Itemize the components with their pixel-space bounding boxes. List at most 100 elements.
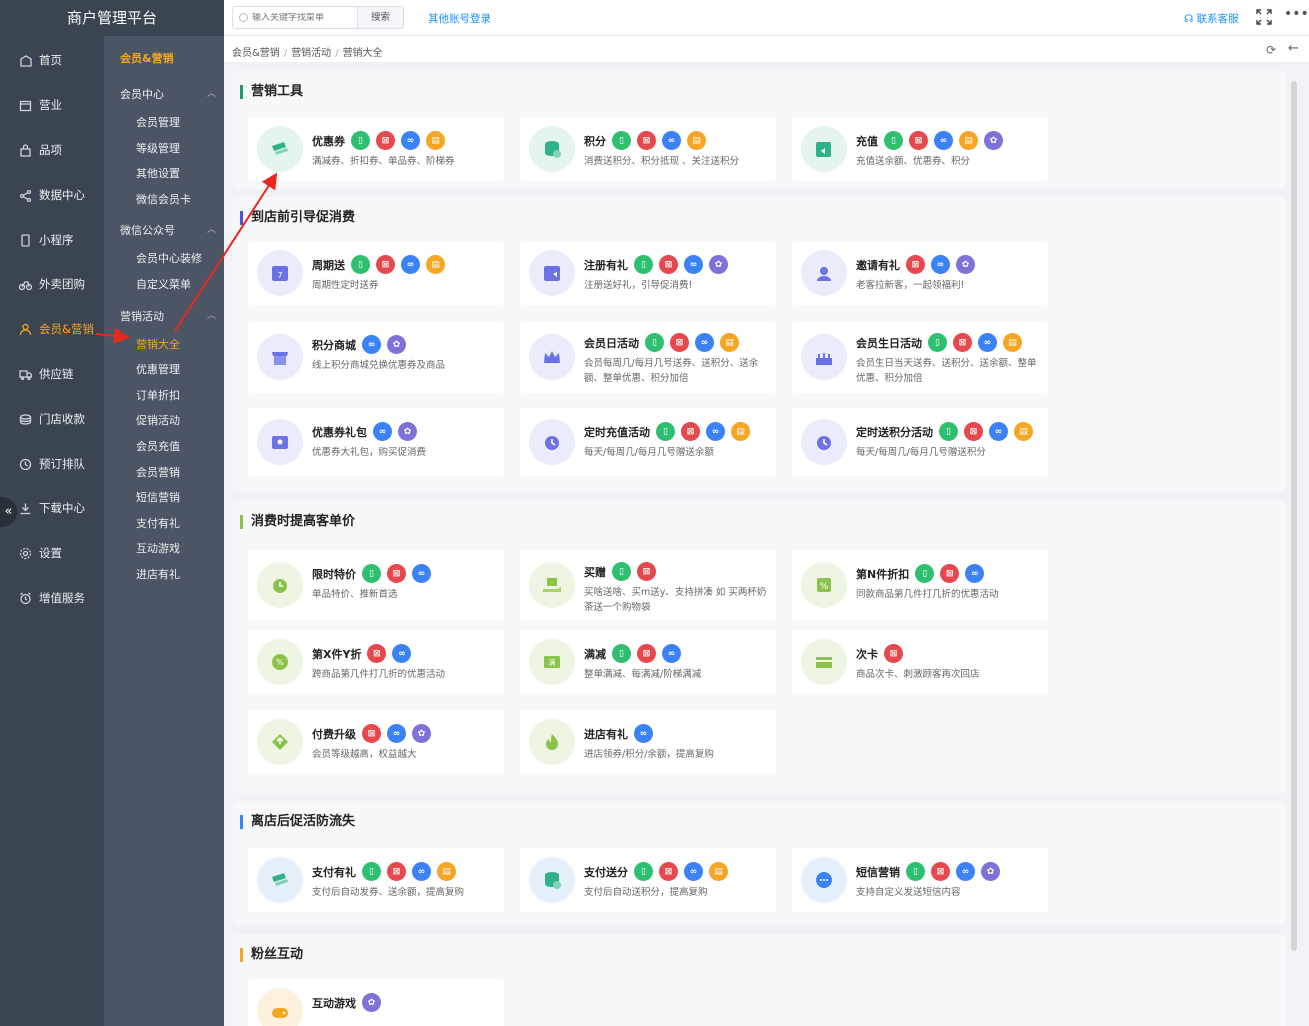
refresh-icon[interactable]: ⟳ bbox=[1266, 43, 1276, 57]
subnav-item-2-6[interactable]: 短信营销 bbox=[136, 489, 180, 505]
home-icon bbox=[18, 53, 32, 67]
nav-item-12[interactable]: 增值服务 bbox=[0, 578, 104, 618]
card-register-gift-1-1[interactable]: 注册有礼 ▯ ⊠ ∞ ✿ 注册送好礼，引导促消费! bbox=[520, 241, 776, 305]
nav-item-7[interactable]: 供应链 bbox=[0, 354, 104, 394]
back-arrow-icon[interactable]: ← bbox=[1288, 41, 1299, 56]
card-title: 定时送积分活动 ▯ ⊠ ∞ ▤ bbox=[856, 422, 1033, 441]
nav-item-label: 品项 bbox=[39, 143, 62, 157]
card-coins-stack-3-1[interactable]: 支付送分 ▯ ⊠ ∞ ▤ 支付后自动送积分，提高复购 bbox=[520, 848, 776, 912]
breadcrumb-item-1[interactable]: 营销活动 bbox=[291, 48, 331, 59]
card-name: 支付送分 bbox=[584, 865, 628, 879]
nav-item-9[interactable]: 预订排队 bbox=[0, 444, 104, 484]
subnav-item-2-2[interactable]: 订单折扣 bbox=[136, 387, 180, 403]
card-chat-3-2[interactable]: 短信营销 ▯ ⊠ ∞ ✿ 支持自定义发送短信内容 bbox=[792, 848, 1048, 912]
card-diamond-2-6[interactable]: 付费升级 ⊠ ∞ ✿ 会员等级越高，权益越大 bbox=[248, 710, 504, 774]
card-crown-1-4[interactable]: 会员日活动 ▯ ⊠ ∞ ▤ 会员每周几/每月几号送券、送积分、送余额、整单优惠、积分加倍 bbox=[520, 321, 776, 393]
nav-item-4[interactable]: 小程序 bbox=[0, 220, 104, 260]
subnav-item-2-0[interactable]: 营销大全 bbox=[136, 336, 180, 352]
subnav-item-2-7[interactable]: 支付有礼 bbox=[136, 515, 180, 531]
card-flame-2-7[interactable]: 进店有礼 ∞ 进店领券/积分/余额，提高复购 bbox=[520, 710, 776, 774]
platform-badge-icon: ∞ bbox=[706, 422, 725, 441]
card-ticket-3-0[interactable]: 支付有礼 ▯ ⊠ ∞ ▤ 支付后自动发券、送余额，提高复购 bbox=[248, 848, 504, 912]
card-description: 老客拉新客，一起领福利! bbox=[856, 280, 965, 291]
subnav-item-0-2[interactable]: 其他设置 bbox=[136, 165, 180, 181]
coins-stack-icon bbox=[529, 857, 575, 903]
card-discount-2-3[interactable]: % 第X件Y折 ⊠ ∞ 跨商品第几件打几折的优惠活动 bbox=[248, 630, 504, 694]
subnav-item-0-3[interactable]: 微信会员卡 bbox=[136, 191, 191, 207]
nav-item-3[interactable]: 数据中心 bbox=[0, 175, 104, 215]
card-alarm-clock-1-7[interactable]: 定时充值活动 ▯ ⊠ ∞ ▤ 每天/每周几/每月几号赠送余额 bbox=[520, 408, 776, 476]
breadcrumb-item-0[interactable]: 会员&营销 bbox=[232, 48, 280, 59]
card-cake-1-5[interactable]: 会员生日活动 ▯ ⊠ ∞ ▤ 会员生日当天送券、送积分、送余额、整单优惠、积分加倍 bbox=[792, 321, 1048, 393]
card-title: 限时特价 ▯ ⊠ ∞ bbox=[312, 564, 431, 583]
nav-group-1[interactable]: 微信公众号 ︿ bbox=[120, 222, 216, 238]
card-game-4-0[interactable]: 互动游戏 ✿ bbox=[248, 979, 504, 1026]
card-wallet-0-2[interactable]: 充值 ▯ ⊠ ∞ ▤ ✿ 充值送余额、优惠券、积分 bbox=[792, 117, 1048, 181]
fullscreen-icon[interactable] bbox=[1256, 9, 1272, 25]
diamond-icon bbox=[257, 719, 303, 765]
platform-badge-icon: ▤ bbox=[959, 131, 978, 150]
platform-badge-icon: ∞ bbox=[662, 131, 681, 150]
nav-item-label: 下载中心 bbox=[39, 501, 85, 515]
nav-item-1[interactable]: 营业 bbox=[0, 85, 104, 125]
wallet-icon bbox=[801, 126, 847, 172]
card-name: 定时充值活动 bbox=[584, 425, 650, 439]
nav-item-8[interactable]: 门店收款 bbox=[0, 399, 104, 439]
card-ticket-0-0[interactable]: 优惠券 ▯ ⊠ ∞ ▤ 满减券、折扣券、单品券、阶梯券 bbox=[248, 117, 504, 181]
card-title: 积分商城 ∞ ✿ bbox=[312, 335, 406, 354]
subnav-item-2-8[interactable]: 互动游戏 bbox=[136, 540, 180, 556]
platform-badge-icon: ▯ bbox=[362, 862, 381, 881]
more-icon[interactable]: ••• bbox=[1284, 6, 1309, 22]
crown-icon bbox=[529, 334, 575, 380]
subnav-item-1-0[interactable]: 会员中心装修 bbox=[136, 250, 202, 266]
vertical-scrollbar[interactable] bbox=[1291, 81, 1297, 951]
card-title: 满减 ▯ ⊠ ∞ bbox=[584, 644, 681, 663]
card-invite-1-2[interactable]: 邀请有礼 ⊠ ∞ ✿ 老客拉新客，一起领福利! bbox=[792, 241, 1048, 305]
subnav-item-2-9[interactable]: 进店有礼 bbox=[136, 566, 180, 582]
card-title: 短信营销 ▯ ⊠ ∞ ✿ bbox=[856, 862, 1000, 881]
card-percent-2-2[interactable]: % 第N件折扣 ▯ ⊠ ∞ 同款商品第几件打几折的优惠活动 bbox=[792, 550, 1048, 620]
nav-item-11[interactable]: 设置 bbox=[0, 533, 104, 573]
subnav-item-2-1[interactable]: 优惠管理 bbox=[136, 361, 180, 377]
card-timer-2-0[interactable]: 限时特价 ▯ ⊠ ∞ 单品特价、推新首选 bbox=[248, 550, 504, 620]
bike-icon bbox=[18, 277, 32, 291]
ticket-icon bbox=[257, 857, 303, 903]
nav-group-0[interactable]: 会员中心 ︿ bbox=[120, 86, 216, 102]
subnav-item-2-4[interactable]: 会员充值 bbox=[136, 438, 180, 454]
subnav-item-2-3[interactable]: 促销活动 bbox=[136, 412, 180, 428]
subnav-item-2-5[interactable]: 会员营销 bbox=[136, 464, 180, 480]
card-calendar-7-1-0[interactable]: 7 周期送 ▯ ⊠ ∞ ▤ 周期性定时送券 bbox=[248, 241, 504, 305]
other-account-login-link[interactable]: 其他账号登录 bbox=[428, 11, 491, 26]
menu-search-box[interactable] bbox=[232, 6, 358, 29]
card-shop-1-3[interactable]: 积分商城 ∞ ✿ 线上积分商城兑换优惠券及商品 bbox=[248, 321, 504, 393]
platform-badge-icon: ✿ bbox=[387, 335, 406, 354]
platform-badge-icon: ⊠ bbox=[387, 564, 406, 583]
platform-badge-icon: ⊠ bbox=[931, 862, 950, 881]
search-button[interactable]: 搜索 bbox=[357, 6, 404, 29]
platform-badge-icon: ∞ bbox=[684, 255, 703, 274]
nav-group-2[interactable]: 营销活动 ︿ bbox=[120, 308, 216, 324]
nav-item-0[interactable]: 首页 bbox=[0, 40, 104, 80]
nav-item-6[interactable]: 会员&营销 bbox=[0, 309, 104, 349]
chevron-up-icon: ︿ bbox=[206, 310, 216, 321]
menu-search-input[interactable] bbox=[252, 12, 352, 23]
card-card-2-5[interactable]: 次卡 ⊠ 商品次卡、刺激顾客再次回店 bbox=[792, 630, 1048, 694]
contact-service-link[interactable]: ☊ 联系客服 bbox=[1184, 11, 1239, 26]
svg-text:7: 7 bbox=[277, 271, 282, 280]
card-coupon-pack-1-6[interactable]: 优惠券礼包 ∞ ✿ 优惠券大礼包，购买促消费 bbox=[248, 408, 504, 476]
card-alarm-clock-1-8[interactable]: 定时送积分活动 ▯ ⊠ ∞ ▤ 每天/每周几/每月几号赠送积分 bbox=[792, 408, 1048, 476]
subnav-item-0-1[interactable]: 等级管理 bbox=[136, 140, 180, 156]
nav-item-5[interactable]: 外卖团购 bbox=[0, 264, 104, 304]
subnav-item-0-0[interactable]: 会员管理 bbox=[136, 114, 180, 130]
game-icon bbox=[257, 988, 303, 1026]
card-title: 邀请有礼 ⊠ ∞ ✿ bbox=[856, 255, 975, 274]
card-coins-stack-0-1[interactable]: 积分 ▯ ⊠ ∞ ▤ 消费送积分、积分抵现 、关注送积分 bbox=[520, 117, 776, 181]
platform-badge-icon: ∞ bbox=[695, 333, 714, 352]
nav-item-2[interactable]: 品项 bbox=[0, 130, 104, 170]
platform-badge-icon: ▯ bbox=[915, 564, 935, 583]
platform-badge-icon: ▯ bbox=[351, 255, 370, 274]
card-description: 注册送好礼，引导促消费! bbox=[584, 280, 693, 291]
subnav-item-1-1[interactable]: 自定义菜单 bbox=[136, 276, 191, 292]
card-full-reduce-2-4[interactable]: 满 满减 ▯ ⊠ ∞ 整单满减、每满减/阶梯满减 bbox=[520, 630, 776, 694]
card-gift-hand-2-1[interactable]: 买赠 ▯ ⊠ 买啥送啥、买m送y、支持拼凑 如 买两杯奶茶送一个购物袋 bbox=[520, 550, 776, 620]
